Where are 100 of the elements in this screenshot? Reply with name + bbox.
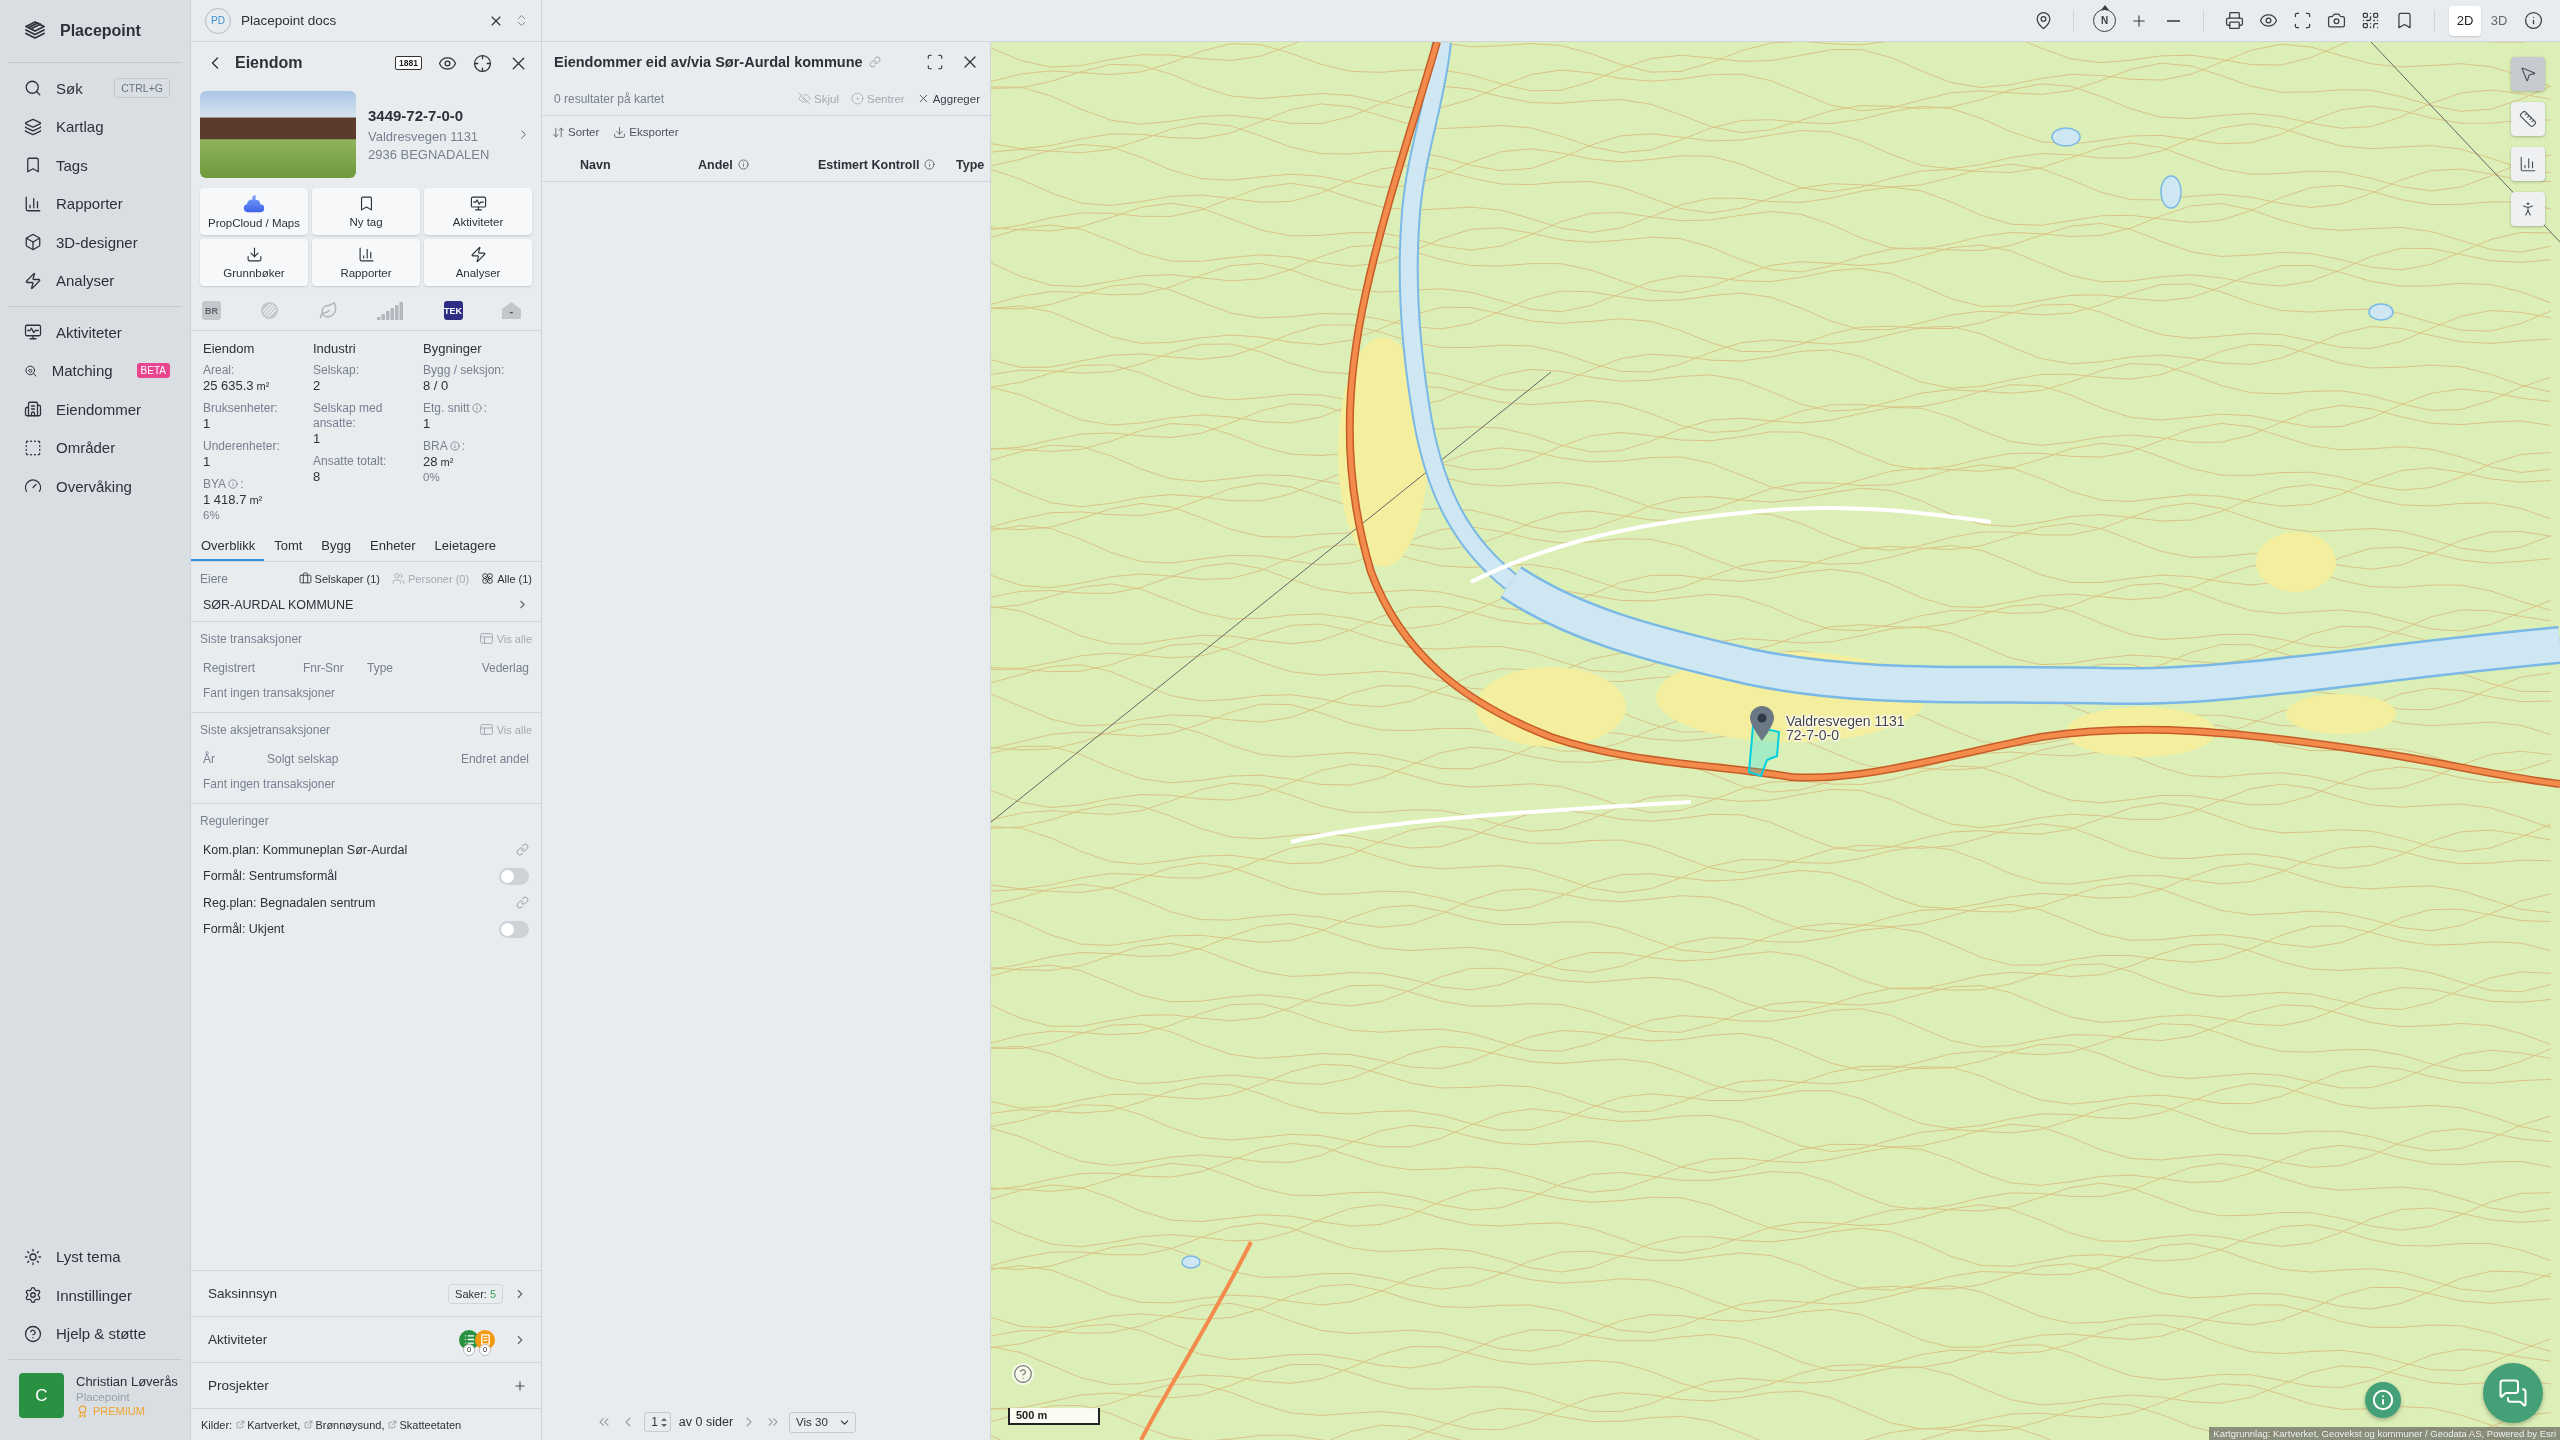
user-avatar[interactable]: C [19,1373,64,1418]
tab[interactable]: Enheter [360,530,425,561]
bar-chart-icon [357,246,375,263]
fullscreen-button[interactable] [926,53,944,71]
nav-item[interactable]: Lyst tema [0,1237,170,1276]
link-button[interactable] [516,896,529,910]
column-header[interactable]: Andel [698,157,733,172]
external-link-icon [236,1420,246,1429]
nav-item[interactable]: Områder [0,428,170,467]
source-link[interactable]: Skatteetaten [388,1418,462,1431]
regulation-text: Formål: Ukjent [203,922,285,937]
crosshair-button[interactable] [473,53,492,73]
owner-filter[interactable]: Alle (1) [481,572,532,586]
section-row[interactable]: Prosjekter [191,1362,541,1408]
nav-item[interactable]: 3D-designer [0,223,170,262]
nav-item[interactable]: Matching BETA [0,351,170,390]
tab[interactable]: Bygg [311,530,360,561]
source-link[interactable]: Brønnøysund, [304,1418,385,1431]
source-link[interactable]: Kartverket, [236,1418,301,1431]
info-icon[interactable] [228,479,239,490]
plan-label: PREMIUM [93,1405,145,1417]
owner-filter[interactable]: Selskaper (1) [298,572,380,586]
building-icon [24,400,42,419]
dashed-square-icon [24,438,42,457]
column-label: Solgt selskap [267,751,340,766]
house-tile[interactable]: - [501,302,521,319]
action-button[interactable]: Aktiviteter [424,188,532,235]
nav-item[interactable]: Søk CTRL+G [0,69,170,108]
action-button[interactable]: Rapporter [312,239,420,286]
toggle-switch[interactable] [499,867,529,885]
info-icon[interactable] [471,403,482,414]
table-icon [479,724,493,736]
tab[interactable]: Overblikk [191,530,265,561]
document-title[interactable]: Placepoint docs [241,13,337,28]
fullscreen-icon [926,53,944,71]
external-link-icon [388,1420,398,1429]
view-mode-toggle[interactable]: 2D [2449,5,2481,36]
ruler-button[interactable] [2511,102,2545,136]
directory-badge-button[interactable]: 1881 [395,56,422,70]
nav-item[interactable]: Hjelp & støtte [0,1314,170,1353]
panel-title: Eiendom [235,54,303,72]
chart-button[interactable] [2511,147,2545,181]
nav-item[interactable]: Aktiviteter [0,313,170,352]
sun-icon [24,1247,42,1266]
stepper-icon [660,1416,667,1428]
link-button[interactable] [868,56,881,68]
bar-chart-icon [2519,155,2537,173]
source-logo-tile[interactable]: TEK [443,301,463,320]
unit-label: m² [256,380,270,392]
action-button[interactable]: Ny tag [312,188,420,235]
action-button[interactable]: PropCloud / Maps [200,188,308,235]
tab[interactable]: Leietagere [424,530,505,561]
tool-button[interactable]: Sorter [552,125,600,139]
nav-item[interactable]: Overvåking [0,467,170,506]
page-number-field[interactable]: 1 [644,1412,671,1432]
view-mode-toggle[interactable]: 3D [2483,5,2515,36]
tab[interactable]: Tomt [264,530,312,561]
info-icon[interactable] [737,159,749,170]
link-button[interactable] [516,843,529,857]
source-logo-tile[interactable]: BR [202,301,221,320]
field-label: Etg. snitt [423,400,470,416]
action-button[interactable]: Grunnbøker [200,239,308,286]
column-header[interactable]: Estimert Kontroll [818,157,920,172]
section-title: Siste aksjetransaksjoner [200,722,331,737]
notepad-icon [475,1329,495,1350]
stat-group-title: Industri [313,341,357,356]
result-action[interactable]: Aggreger [916,92,980,105]
nav-item[interactable]: Innstillinger [0,1276,170,1315]
toggle-switch[interactable] [499,920,529,938]
nav-item[interactable]: Kartlag [0,107,170,146]
map-pin-icon[interactable] [1749,705,1775,742]
column-label: Vederlag [481,660,529,675]
pointer-button[interactable] [2511,57,2545,91]
column-label: År [203,751,216,766]
tool-button[interactable]: Eksporter [613,125,679,139]
marker-label: Valdresvegen 1131 [1786,714,1905,728]
info-icon[interactable] [449,441,460,452]
lightning-icon [469,246,487,263]
nav-item[interactable]: Tags [0,146,170,185]
cube-icon [24,233,42,252]
owner-row[interactable]: SØR-AURDAL KOMMUNE [191,590,541,622]
address-line: 2936 BEGNADALEN [368,147,491,162]
action-button[interactable]: Analyser [424,239,532,286]
brand-name: Placepoint [60,22,141,40]
nav-item[interactable]: Analyser [0,261,170,300]
eye-icon [2258,11,2278,30]
flower-icon [481,572,495,586]
person-button[interactable] [2511,192,2545,226]
section-row[interactable]: Saksinnsyn Saker: 5 [191,1270,541,1316]
field-label: BYA [203,476,227,492]
plus-icon [513,1378,527,1393]
cloud-icon [243,194,265,213]
column-label: Fnr-Snr [303,660,345,675]
info-icon[interactable] [924,159,936,170]
section-title: Eiere [200,571,228,586]
nav-item[interactable]: Rapporter [0,184,170,223]
page-size-select[interactable]: Vis 30 [789,1411,856,1433]
column-header[interactable]: Type [956,157,985,172]
column-header[interactable]: Navn [580,157,611,172]
nav-item[interactable]: Eiendommer [0,390,170,429]
